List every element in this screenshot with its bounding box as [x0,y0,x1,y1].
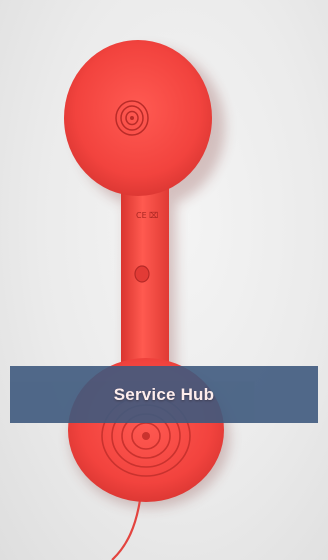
service-hub-banner[interactable]: Service Hub [10,366,318,423]
banner-label: Service Hub [113,384,215,404]
service-hub-tile[interactable]: CE ⌧ Service Hub [0,0,328,560]
telephone-handset-photo: CE ⌧ [64,40,230,560]
phone-cord [111,499,142,560]
earpiece [64,40,212,196]
ce-marking: CE ⌧ [136,211,158,220]
hook-button [134,265,150,283]
